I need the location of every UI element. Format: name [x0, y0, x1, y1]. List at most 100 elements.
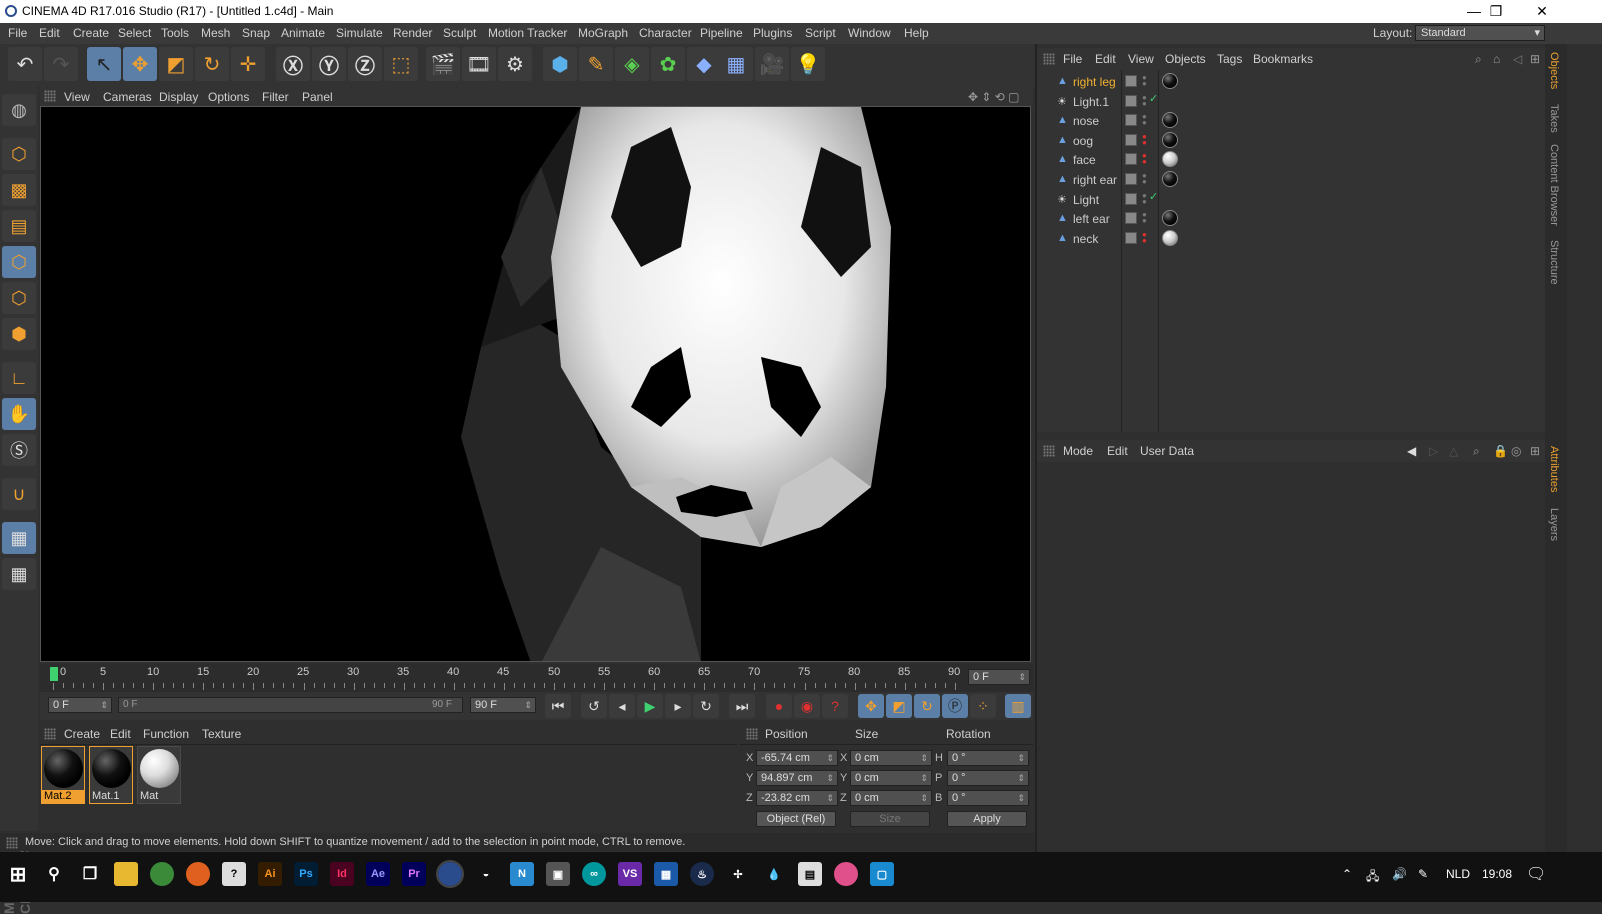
menu-mesh[interactable]: Mesh	[201, 26, 230, 40]
object-name[interactable]: neck	[1073, 232, 1098, 246]
tab-attributes[interactable]: Attributes	[1548, 446, 1560, 492]
firefox-icon[interactable]	[186, 862, 210, 886]
autokey-icon[interactable]: ◉	[794, 694, 820, 718]
coordinate-mode-select[interactable]: Object (Rel)	[756, 811, 836, 827]
volume-icon[interactable]: 🔊	[1392, 867, 1407, 881]
material-swatch[interactable]: Mat.2	[41, 746, 85, 804]
language-indicator[interactable]: NLD	[1446, 867, 1470, 881]
timeline-ruler[interactable]: 0 5 10 15 20 25 30 35 40 45 50 55 60 65 …	[40, 664, 1033, 692]
axis-mode-icon[interactable]: ∟	[2, 362, 36, 394]
material-swatch[interactable]: Mat	[137, 746, 181, 804]
key-scale-icon[interactable]: ◩	[886, 694, 912, 718]
menu-script[interactable]: Script	[805, 26, 836, 40]
size-mode-select[interactable]: Size	[850, 811, 930, 827]
menu-motion-tracker[interactable]: Motion Tracker	[488, 26, 567, 40]
premiere-icon[interactable]: Pr	[402, 862, 426, 886]
visibility-dots-icon[interactable]: ● ●	[1142, 93, 1147, 107]
layer-edit-icon[interactable]	[1125, 75, 1137, 87]
object-row[interactable]: ☀ Light.1 ● ● ✓	[1037, 92, 1545, 111]
menu-select[interactable]: Select	[118, 26, 151, 40]
rotate-tool[interactable]: ↻	[195, 47, 229, 81]
viewport-menu-panel[interactable]: Panel	[302, 90, 333, 104]
steam-icon[interactable]: ♨	[690, 862, 714, 886]
coordinate-system-button[interactable]: ⬚	[384, 47, 418, 81]
size-y-field[interactable]: 0 cm	[850, 770, 932, 786]
windows-start-icon[interactable]: ⊞	[6, 862, 30, 886]
cinema4d-taskbar-icon[interactable]	[436, 860, 464, 888]
notifications-icon[interactable]: 🗨	[1526, 864, 1546, 884]
search-icon[interactable]: ⌕	[1475, 52, 1482, 67]
undo-button[interactable]: ↶	[8, 47, 42, 81]
scale-tool[interactable]: ◩	[159, 47, 193, 81]
layer-edit-icon[interactable]	[1125, 192, 1137, 205]
viewport-menu-options[interactable]: Options	[208, 90, 249, 104]
layer-edit-icon[interactable]	[1125, 231, 1137, 244]
attributes-panel[interactable]	[1037, 462, 1545, 852]
tab-content-browser[interactable]: Content Browser	[1548, 144, 1560, 226]
play-button[interactable]: ▶	[637, 694, 663, 718]
recent-tool[interactable]: ✛	[231, 47, 265, 81]
app-icon[interactable]: ▣	[546, 862, 570, 886]
panel-grip-icon[interactable]	[44, 728, 56, 740]
object-row[interactable]: ▲ oog ● ●	[1037, 131, 1545, 150]
size-z-field[interactable]: 0 cm	[850, 790, 932, 806]
app-icon[interactable]: ✢	[726, 862, 750, 886]
clock[interactable]: 19:08	[1482, 867, 1512, 881]
go-to-end-button[interactable]: ⏭	[729, 694, 755, 718]
arduino-icon[interactable]: ∞	[582, 862, 606, 886]
render-settings-icon[interactable]: ⚙	[498, 47, 532, 81]
object-name[interactable]: Light.1	[1073, 95, 1109, 109]
end-frame-field[interactable]: 90 F	[470, 697, 536, 713]
magnet-icon[interactable]: ∪	[2, 478, 36, 510]
object-list[interactable]: ▲ right leg ● ● ☀ Light.1 ● ● ✓ ▲ nose ● ● ▲ oog ● ● ▲ fac…	[1037, 70, 1545, 432]
objects-menu-objects[interactable]: Objects	[1165, 52, 1206, 66]
key-parameter-icon[interactable]: Ⓟ	[942, 694, 968, 718]
object-row[interactable]: ▲ neck ● ●	[1037, 229, 1545, 248]
app-icon[interactable]: ◒	[474, 862, 498, 886]
object-name[interactable]: left ear	[1073, 212, 1110, 226]
menu-render[interactable]: Render	[393, 26, 432, 40]
floor-icon[interactable]: ▦	[719, 47, 753, 81]
material-tag-icon[interactable]	[1162, 210, 1178, 227]
tab-takes[interactable]: Takes	[1548, 104, 1560, 133]
go-to-start-button[interactable]: ⏮	[545, 694, 571, 718]
tab-objects[interactable]: Objects	[1548, 52, 1560, 89]
menu-window[interactable]: Window	[848, 26, 891, 40]
menu-character[interactable]: Character	[639, 26, 692, 40]
new-window-icon[interactable]: ⊞	[1530, 444, 1540, 458]
viewport-menu-display[interactable]: Display	[159, 90, 198, 104]
objects-menu-view[interactable]: View	[1128, 52, 1154, 66]
object-name[interactable]: oog	[1073, 134, 1093, 148]
material-menu-texture[interactable]: Texture	[202, 727, 241, 741]
chrome-icon[interactable]	[150, 862, 174, 886]
visual-studio-icon[interactable]: VS	[618, 862, 642, 886]
app-icon[interactable]: ▤	[798, 862, 822, 886]
material-tag-icon[interactable]	[1162, 151, 1178, 168]
tab-layers[interactable]: Layers	[1548, 508, 1560, 541]
object-row[interactable]: ▲ left ear ● ●	[1037, 209, 1545, 228]
y-axis-lock[interactable]: Ⓨ	[312, 47, 346, 81]
render-view-icon[interactable]: 🎬	[426, 47, 460, 81]
target-icon[interactable]: ◎	[1511, 444, 1521, 458]
pen-spline-icon[interactable]: ✎	[579, 47, 613, 81]
start-frame-field[interactable]: 0 F	[48, 697, 112, 713]
check-icon[interactable]: ✓	[1149, 93, 1158, 104]
illustrator-icon[interactable]: Ai	[258, 862, 282, 886]
snap-icon[interactable]: Ⓢ	[2, 434, 36, 466]
check-icon[interactable]: ✓	[1149, 191, 1158, 202]
material-swatch[interactable]: Mat.1	[89, 746, 133, 804]
forward-arrow-icon[interactable]: ▷	[1429, 444, 1438, 458]
material-tag-icon[interactable]	[1162, 171, 1178, 187]
material-menu-create[interactable]: Create	[64, 727, 100, 741]
menu-help[interactable]: Help	[904, 26, 929, 40]
make-editable-icon[interactable]: ◍	[2, 94, 36, 126]
layer-edit-icon[interactable]	[1125, 173, 1137, 185]
deformer-icon[interactable]: ◆	[687, 47, 721, 81]
camera-icon[interactable]: 🎥	[755, 47, 789, 81]
x-axis-lock[interactable]: Ⓧ	[276, 47, 310, 81]
attr-menu-mode[interactable]: Mode	[1063, 444, 1093, 458]
viewport[interactable]	[40, 106, 1031, 662]
cube-icon[interactable]: ⬢	[543, 47, 577, 81]
visibility-dots-icon[interactable]: ● ●	[1142, 74, 1147, 88]
prev-key-button[interactable]: ↺	[581, 694, 607, 718]
